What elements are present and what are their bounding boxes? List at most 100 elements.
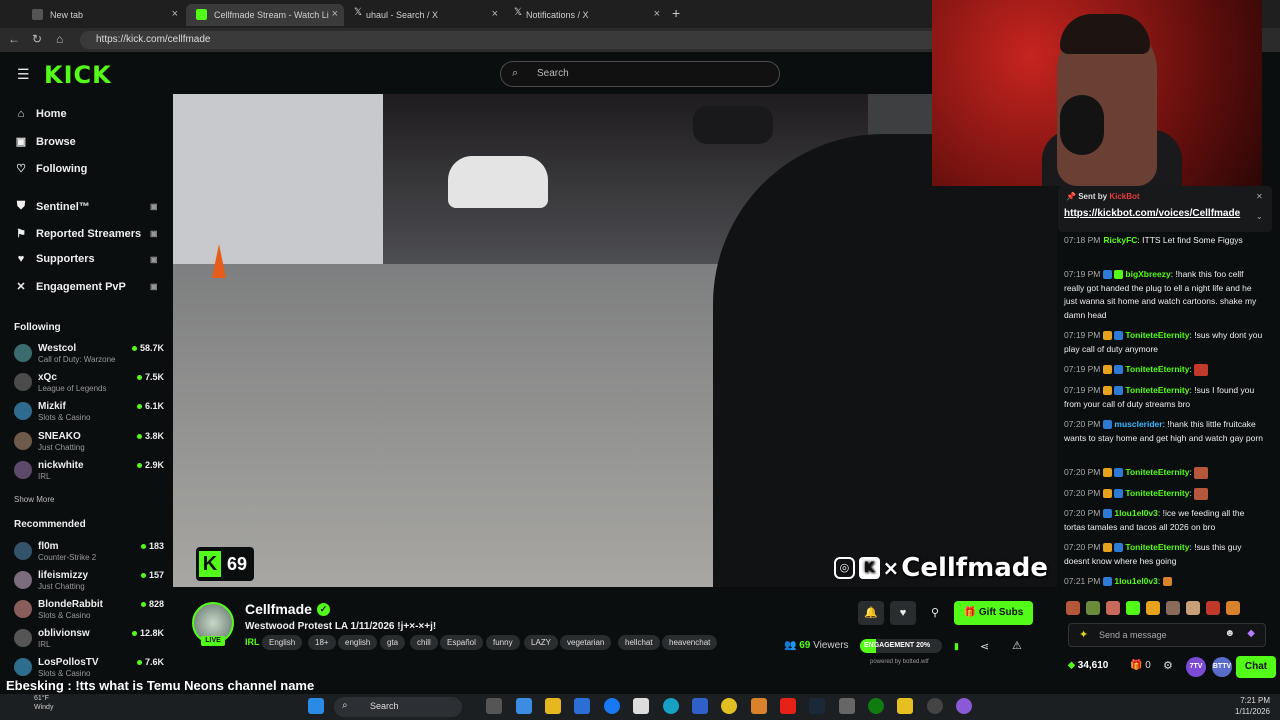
following-item[interactable]: Westcol Call of Duty: Warzone 58.7K (14, 341, 164, 369)
report-icon[interactable]: ⚠ (1012, 639, 1022, 652)
following-item[interactable]: xQc League of Legends 7.5K (14, 370, 164, 398)
recommended-item[interactable]: fl0m Counter-Strike 2 183 (14, 539, 164, 567)
chat-input[interactable]: ✦ Send a message ☻ ◆ (1068, 623, 1266, 647)
stream-tag[interactable]: 18+ (308, 635, 336, 650)
url-field[interactable]: https://kick.com/cellfmade (80, 31, 940, 49)
menu-icon[interactable]: ☰ (17, 66, 30, 83)
chevron-down-icon[interactable]: ⌄ (1256, 212, 1263, 221)
weather-widget[interactable]: 61°F Windy (8, 694, 53, 712)
recommended-item[interactable]: lifeismizzy Just Chatting 157 (14, 568, 164, 596)
calculator-icon[interactable] (692, 698, 708, 714)
stream-tag[interactable]: funny (486, 635, 520, 650)
copilot-icon[interactable] (516, 698, 532, 714)
following-item[interactable]: SNEAKO Just Chatting 3.8K (14, 429, 164, 457)
chat-message[interactable]: 07:19 PM bigXbreezy: !hank this foo cellf… (1064, 268, 1264, 322)
back-icon[interactable]: ← (8, 32, 20, 46)
stream-tag[interactable]: heavenchat (662, 635, 718, 650)
tab-cellfmade-stream[interactable]: Cellfmade Stream - Watch Li × (186, 4, 344, 26)
tab-close-icon[interactable]: × (492, 8, 498, 20)
chat-message[interactable]: 07:20 PM 1lou1el0v3: !ice we feeding all … (1064, 507, 1264, 534)
windows-start-icon[interactable] (308, 698, 324, 714)
recommended-item[interactable]: LosPollosTV Slots & Casino 7.6K (14, 655, 164, 677)
chat-message[interactable]: 07:20 PM musclerider: !hank this little f… (1064, 418, 1264, 445)
chat-message[interactable]: 07:19 PM ToniteteEternity: !sus why dont … (1064, 329, 1264, 356)
emoji-icon[interactable]: ☻ (1224, 628, 1235, 639)
obs-icon[interactable] (927, 698, 943, 714)
stream-tag[interactable]: English (262, 635, 303, 650)
chat-message[interactable]: 07:20 PM ToniteteEternity: !sus this guy … (1064, 541, 1264, 568)
edge-icon[interactable] (663, 698, 679, 714)
gift-subs-button[interactable]: 🎁 Gift Subs (954, 601, 1033, 625)
share-icon[interactable]: ⋖ (980, 640, 989, 653)
vlc-icon[interactable] (751, 698, 767, 714)
kick-logo[interactable]: KICK (44, 61, 112, 89)
steam-icon[interactable] (809, 698, 825, 714)
stream-tag[interactable]: gta (380, 635, 406, 650)
sidebar-item-following[interactable]: ♡ Following (14, 162, 87, 176)
facebook-icon[interactable] (604, 698, 620, 714)
emote-icon[interactable] (1106, 601, 1120, 615)
sidebar-item-reported-streamers[interactable]: ⚑ Reported Streamers ▣ (14, 227, 158, 241)
unpin-icon[interactable]: ✕ (1256, 192, 1263, 201)
following-item[interactable]: Mizkif Slots & Casino 6.1K (14, 399, 164, 427)
chat-message[interactable]: 07:19 PM ToniteteEternity: !sus I found y… (1064, 384, 1264, 411)
stream-tag[interactable]: vegetarian (560, 635, 612, 650)
chat-message[interactable]: 07:19 PM ToniteteEternity: (1064, 363, 1264, 377)
chat-message[interactable]: 07:21 PM 1lou1el0v3: (1064, 575, 1264, 589)
pin-button[interactable]: ⚲ (922, 601, 948, 625)
emote-icon[interactable] (1206, 601, 1220, 615)
emote-icon[interactable] (1126, 601, 1140, 615)
stream-tag[interactable]: LAZY (524, 635, 559, 650)
emote-icon[interactable] (1186, 601, 1200, 615)
stream-tag[interactable]: hellchat (618, 635, 660, 650)
stream-tag[interactable]: english (338, 635, 378, 650)
bttv-button[interactable]: BTTV (1212, 657, 1232, 677)
system-clock[interactable]: 7:21 PM 1/11/2026 (1216, 695, 1270, 717)
tab-uhaul-search[interactable]: 𝕏 uhaul - Search / X × (344, 4, 504, 26)
sidebar-item-browse[interactable]: ▣ Browse (14, 135, 76, 149)
tab-close-icon[interactable]: × (332, 8, 338, 20)
settings-icon[interactable]: ⚙ (1163, 659, 1173, 672)
new-tab-button[interactable]: + (672, 5, 680, 21)
sidebar-item-home[interactable]: ⌂ Home (14, 108, 67, 120)
youtube-icon[interactable] (780, 698, 796, 714)
task-view-icon[interactable] (486, 698, 502, 714)
chat-send-button[interactable]: Chat (1236, 656, 1276, 678)
emote-icon[interactable] (1166, 601, 1180, 615)
home-icon[interactable]: ⌂ (56, 32, 63, 46)
emote-icon[interactable] (1226, 601, 1240, 615)
app-icon[interactable] (897, 698, 913, 714)
chat-message[interactable]: 07:20 PM ToniteteEternity: (1064, 466, 1264, 480)
xbox-icon[interactable] (868, 698, 884, 714)
tab-close-icon[interactable]: × (172, 8, 178, 20)
chat-message[interactable]: 07:18 PM RickyFC: ITTS Let find Some Figg… (1064, 234, 1264, 248)
tab-notifications[interactable]: 𝕏 Notifications / X × (504, 4, 666, 26)
notification-bell-button[interactable]: 🔔 (858, 601, 884, 625)
app-icon[interactable] (839, 698, 855, 714)
amazon-icon[interactable] (633, 698, 649, 714)
tab-new-tab[interactable]: New tab × (22, 4, 184, 26)
gem-icon[interactable]: ◆ (1247, 628, 1255, 639)
video-player[interactable] (173, 94, 1057, 587)
sidebar-item-engagement-pvp[interactable]: ✕ Engagement PvP ▣ (14, 280, 157, 294)
chrome-icon[interactable] (721, 698, 737, 714)
recommended-item[interactable]: BlondeRabbit Slots & Casino 828 (14, 597, 164, 625)
chat-message[interactable]: 07:20 PM ToniteteEternity: (1064, 487, 1264, 501)
channel-name[interactable]: Cellfmade (245, 601, 312, 617)
emote-icon[interactable] (1066, 601, 1080, 615)
tab-close-icon[interactable]: × (654, 8, 660, 20)
taskbar-search[interactable]: ⌕ Search (334, 697, 462, 717)
stream-category[interactable]: IRL (245, 637, 260, 647)
app-icon[interactable] (956, 698, 972, 714)
emote-icon[interactable] (1086, 601, 1100, 615)
sidebar-item-supporters[interactable]: ♥ Supporters ▣ (14, 253, 158, 265)
sidebar-item-sentinel[interactable]: ⛊ Sentinel™ ▣ (14, 200, 158, 213)
following-item[interactable]: nickwhite IRL 2.9K (14, 458, 164, 486)
emote-icon[interactable] (1146, 601, 1160, 615)
store-icon[interactable] (574, 698, 590, 714)
follow-heart-button[interactable]: ♥ (890, 601, 916, 625)
reload-icon[interactable]: ↻ (32, 32, 42, 46)
seventv-button[interactable]: 7TV (1186, 657, 1206, 677)
recommended-item[interactable]: oblivionsw IRL 12.8K (14, 626, 164, 654)
search-input[interactable]: ⌕ Search (500, 61, 780, 87)
